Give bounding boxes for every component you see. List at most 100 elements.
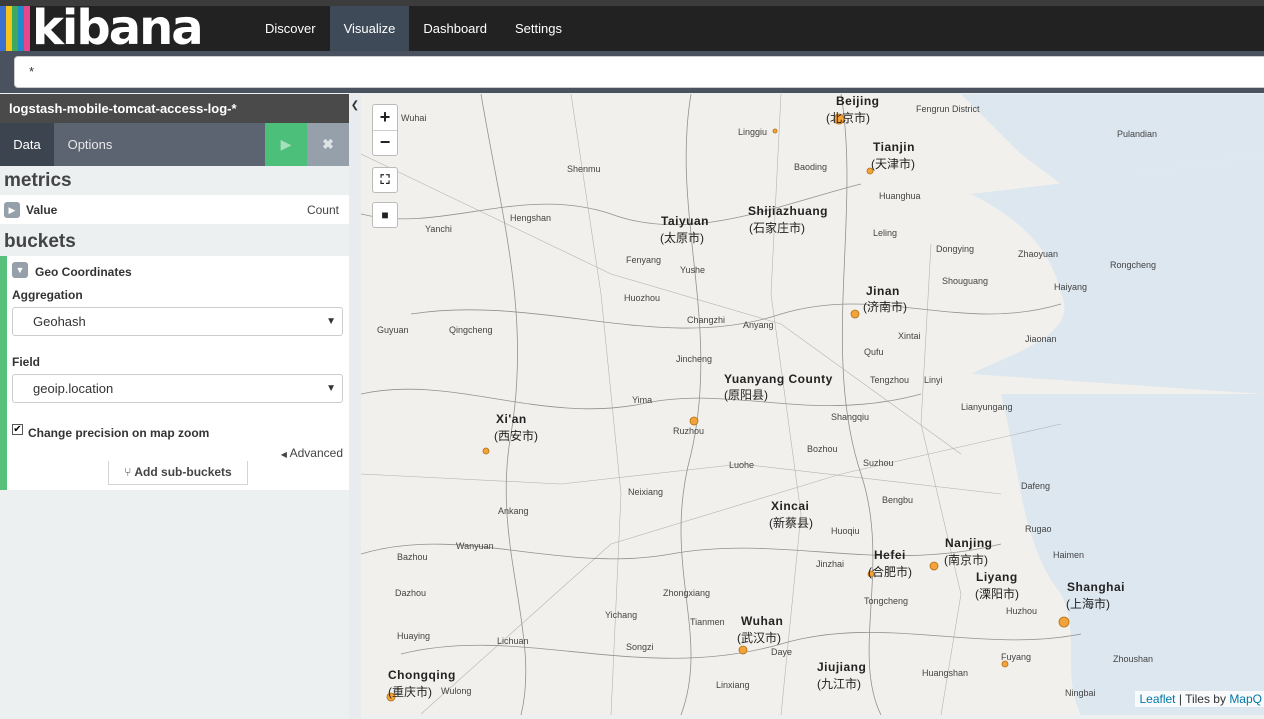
draw-rectangle-button[interactable]: ■ [372, 202, 398, 228]
town-label: Xintai [898, 331, 921, 341]
aggregation-value: Geohash [33, 314, 86, 329]
logo-text: kibana [32, 0, 204, 56]
add-sub-label: Add sub-buckets [134, 465, 232, 479]
town-label: Wulong [441, 686, 472, 696]
city-label-cn: (新蔡县) [769, 516, 813, 530]
tile-map[interactable]: + − ⛶ ■ Beijing (北京市) Tianjin (天津市) Shij… [361, 94, 1264, 715]
town-label: Jincheng [676, 354, 713, 364]
town-label: Ruzhou [673, 426, 705, 436]
city-label: Xincai [771, 499, 810, 513]
town-label: Haimen [1053, 550, 1085, 560]
vis-editor-sidebar: logstash-mobile-tomcat-access-log-* Data… [0, 94, 349, 719]
zoom-control: + − [372, 104, 398, 156]
town-label: Guyuan [377, 325, 409, 335]
add-sub-buckets-button[interactable]: ⑂ Add sub-buckets [108, 461, 248, 485]
city-label: Tianjin [873, 140, 915, 154]
town-label: Rongcheng [1110, 260, 1157, 270]
city-label-cn: (太原市) [660, 231, 704, 245]
city-label-cn: (溧阳市) [975, 587, 1019, 601]
nav-visualize[interactable]: Visualize [329, 6, 410, 51]
town-label: Shangqiu [831, 412, 870, 422]
chevron-down-icon[interactable]: ▼ [12, 262, 28, 278]
city-label: Jinan [866, 284, 900, 298]
map-roads [361, 94, 1264, 715]
field-select[interactable]: geoip.location ▼ [12, 374, 343, 403]
town-label: Huangshan [922, 668, 969, 678]
chevron-left-icon: ❮ [350, 100, 360, 111]
town-label: Songzi [626, 642, 654, 652]
town-label: Zhaoyuan [1018, 249, 1059, 259]
town-label: Dazhou [395, 588, 427, 598]
aggregation-label: Aggregation [12, 288, 83, 302]
kibana-logo[interactable]: kibana [0, 0, 240, 56]
main-nav: Discover Visualize Dashboard Settings [251, 6, 576, 51]
city-label: Nanjing [945, 536, 993, 550]
city-label-cn: (石家庄市) [749, 221, 805, 235]
zoom-in-button[interactable]: + [373, 105, 397, 131]
town-label: Jiaonan [1025, 334, 1057, 344]
logo-stripe [24, 6, 30, 51]
zoom-out-button[interactable]: − [373, 131, 397, 156]
town-label: Ningbai [1065, 688, 1096, 698]
town-label: Leling [873, 228, 898, 238]
city-label-cn: (天津市) [871, 157, 915, 171]
advanced-toggle[interactable]: ◀ Advanced [281, 446, 343, 460]
precision-checkbox-label: Change precision on map zoom [28, 426, 210, 440]
precision-checkbox[interactable]: ✔ [12, 424, 23, 435]
city-label: Chongqing [388, 668, 456, 682]
town-label: Yushe [680, 265, 706, 275]
city-label: Shijiazhuang [748, 204, 829, 218]
town-label: Huanghua [879, 191, 921, 201]
collapse-sidebar-button[interactable]: ❮ [349, 94, 361, 719]
town-label: Huzhou [1006, 606, 1038, 616]
search-input[interactable]: * [14, 56, 1264, 88]
map-attribution: Leaflet | Tiles by MapQ [1135, 691, 1264, 707]
discard-button[interactable]: ✖ [307, 123, 349, 166]
town-label: Shenmu [567, 164, 601, 174]
town-label: Hengshan [510, 213, 552, 223]
advanced-label: Advanced [289, 446, 343, 460]
sitemap-icon: ⑂ [124, 465, 132, 479]
chevron-right-icon[interactable]: ▶ [4, 202, 20, 218]
nav-discover[interactable]: Discover [251, 6, 330, 51]
city-label: Jiujiang [817, 660, 867, 674]
tab-options[interactable]: Options [54, 123, 126, 166]
town-label: Daye [771, 647, 793, 657]
apply-button[interactable]: ▶ [265, 123, 307, 166]
town-label: Fuyang [1001, 652, 1032, 662]
crop-icon: ⛶ [380, 172, 390, 187]
city-label: Wuhan [741, 614, 784, 628]
buckets-header: buckets [4, 231, 76, 252]
city-label: Taiyuan [661, 214, 709, 228]
town-label: Bozhou [807, 444, 838, 454]
town-label: Rugao [1025, 524, 1052, 534]
field-value: geoip.location [33, 381, 114, 396]
city-label-cn: (济南市) [863, 300, 907, 314]
town-label: Tengzhou [870, 375, 910, 385]
tab-data[interactable]: Data [0, 123, 54, 166]
town-label: Qingcheng [449, 325, 493, 335]
town-label: Changzhi [687, 315, 726, 325]
city-label: Hefei [874, 548, 906, 562]
nav-settings[interactable]: Settings [501, 6, 576, 51]
query-bar: * [0, 51, 1264, 93]
town-label: Jinzhai [816, 559, 845, 569]
town-label: Shouguang [942, 276, 989, 286]
aggregation-select[interactable]: Geohash ▼ [12, 307, 343, 336]
mapquest-link[interactable]: MapQ [1229, 692, 1262, 706]
city-label-cn: (武汉市) [737, 631, 781, 645]
city-label: Shanghai [1067, 580, 1126, 594]
leaflet-link[interactable]: Leaflet [1139, 692, 1175, 706]
town-label: Wanyuan [456, 541, 494, 551]
town-label: Dongying [936, 244, 975, 254]
city-label: Yuanyang County [724, 372, 833, 386]
nav-dashboard[interactable]: Dashboard [409, 6, 501, 51]
metric-row-value[interactable]: ▶ Value Count [0, 195, 349, 224]
town-label: Neixiang [628, 487, 664, 497]
city-label-cn: (原阳县) [724, 388, 768, 402]
attribution-text: | Tiles by [1175, 692, 1230, 706]
fit-bounds-button[interactable]: ⛶ [372, 167, 398, 193]
field-label: Field [12, 355, 41, 369]
bucket-type-label: Geo Coordinates [35, 265, 132, 279]
town-label: Wuhai [401, 113, 427, 123]
